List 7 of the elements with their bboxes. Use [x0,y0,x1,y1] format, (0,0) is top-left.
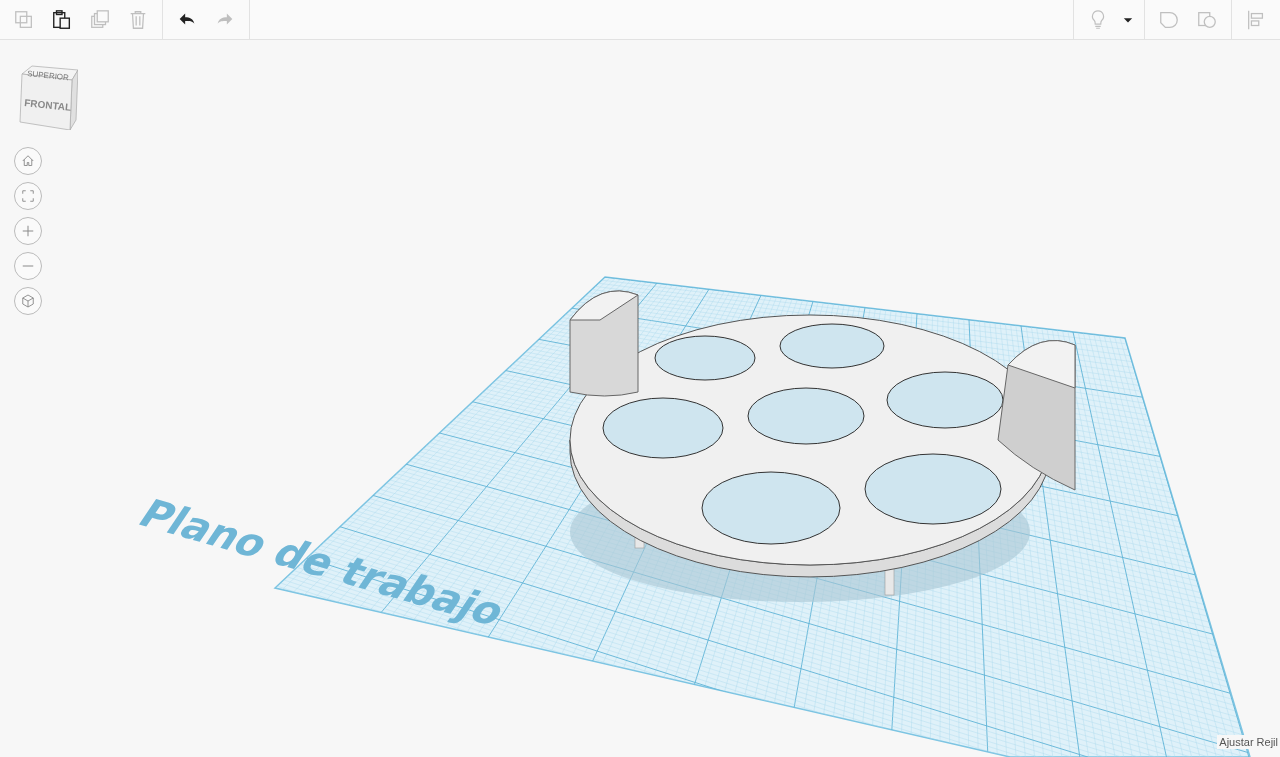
fit-view-icon[interactable] [14,182,42,210]
zoom-out-icon[interactable] [14,252,42,280]
workplane-label: Plano de trabajo [129,491,515,635]
home-icon[interactable] [14,147,42,175]
cube-view-icon[interactable] [14,287,42,315]
zoom-in-icon[interactable] [14,217,42,245]
snap-grid-label[interactable]: Ajustar Rejil [1217,735,1280,749]
